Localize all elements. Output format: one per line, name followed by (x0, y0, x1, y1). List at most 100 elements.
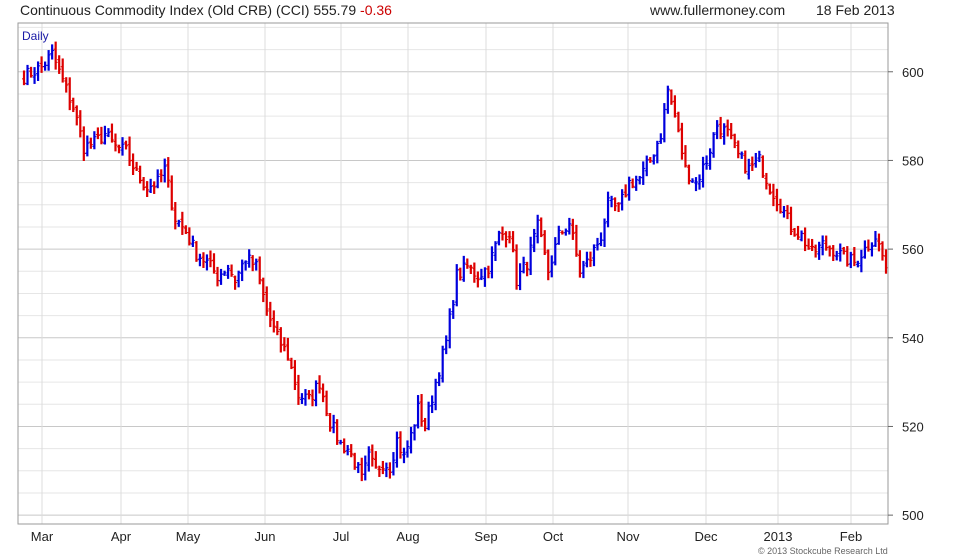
ohlc-bar (25, 64, 30, 86)
ohlc-bar (532, 228, 537, 253)
ohlc-bar (637, 175, 642, 185)
price-bars (22, 41, 888, 482)
copyright-text: © 2013 Stockcube Research Ltd (758, 546, 888, 556)
ohlc-bar (359, 457, 364, 482)
x-tick-label: 2013 (764, 529, 793, 544)
ohlc-bar (553, 237, 558, 266)
ohlc-bar (194, 241, 199, 262)
x-tick-label: Aug (396, 529, 419, 544)
ohlc-bar (394, 431, 399, 468)
ohlc-bar (813, 244, 818, 258)
price-chart: 500 520 540 560 580 600 Mar Apr May Jun Jul Aug Sep… (17, 22, 924, 556)
ohlc-bar (243, 260, 248, 271)
ohlc-bar (496, 230, 501, 246)
x-tick-label: May (176, 529, 201, 544)
ohlc-bar (525, 261, 530, 277)
ohlc-bar (767, 183, 772, 195)
ohlc-bar (792, 227, 797, 237)
ohlc-bar (78, 110, 83, 138)
ohlc-bar (500, 226, 505, 241)
ohlc-bar (697, 174, 702, 190)
ohlc-bar (247, 249, 252, 268)
ohlc-bar (672, 95, 677, 118)
ohlc-bar (356, 462, 361, 474)
ohlc-bar (785, 205, 790, 220)
ohlc-bar (535, 214, 540, 244)
ohlc-bar (211, 253, 216, 274)
ohlc-bar (409, 426, 414, 454)
y-tick-label: 600 (902, 65, 924, 80)
ohlc-bar (401, 447, 406, 464)
ohlc-bar (426, 401, 431, 431)
ohlc-bar (662, 103, 667, 143)
ohlc-bar (64, 77, 69, 93)
grid-lines (18, 23, 888, 524)
ohlc-bar (683, 145, 688, 168)
ohlc-bar (46, 50, 51, 71)
ohlc-bar (324, 390, 329, 417)
ohlc-bar (124, 140, 129, 150)
ohlc-bar (148, 178, 153, 194)
ohlc-bar (233, 275, 238, 290)
period-label: Daily (22, 29, 49, 43)
ohlc-bar (116, 144, 121, 154)
ohlc-bar (651, 154, 656, 165)
ohlc-bar (771, 183, 776, 207)
ohlc-bar (648, 157, 653, 163)
ohlc-bar (546, 249, 551, 281)
ohlc-bar (708, 148, 713, 170)
ohlc-bar (602, 218, 607, 247)
ohlc-bar (644, 155, 649, 177)
ohlc-bar (95, 127, 100, 140)
y-tick-label: 580 (902, 153, 924, 168)
ohlc-bar (486, 265, 491, 279)
ohlc-bar (827, 245, 832, 257)
ohlc-bar (803, 227, 808, 252)
ohlc-bar (433, 378, 438, 411)
ohlc-bar (623, 184, 628, 198)
ohlc-bar (39, 56, 44, 73)
ohlc-bar (609, 195, 614, 208)
ohlc-bar (686, 164, 691, 185)
ohlc-bar (22, 70, 26, 86)
y-tick-label: 500 (902, 508, 924, 523)
x-tick-label: Dec (694, 529, 718, 544)
ohlc-bar (197, 253, 202, 267)
ohlc-bar (789, 206, 794, 236)
ohlc-bar (588, 251, 593, 267)
ohlc-bar (349, 444, 354, 458)
ohlc-bar (331, 414, 336, 434)
ohlc-bar (81, 126, 86, 161)
ohlc-bar (152, 181, 157, 194)
ohlc-bar (419, 394, 424, 427)
ohlc-bar (43, 61, 48, 71)
ohlc-bar (292, 360, 297, 391)
ohlc-bar (665, 85, 670, 114)
ohlc-bar (74, 105, 79, 126)
ohlc-bar (781, 205, 786, 218)
ohlc-bar (581, 260, 586, 279)
ohlc-bar (676, 111, 681, 133)
ohlc-bar (599, 232, 604, 247)
ohlc-bar (338, 439, 343, 445)
ohlc-bar (106, 128, 111, 138)
ohlc-bar (155, 169, 160, 189)
x-axis: Mar Apr May Jun Jul Aug Sep Oct Nov Dec 2013 Feb (31, 529, 862, 544)
ohlc-bar (208, 250, 213, 268)
ohlc-bar (299, 393, 304, 404)
ohlc-bar (493, 241, 498, 261)
ohlc-bar (310, 389, 315, 407)
ohlc-bar (567, 217, 572, 235)
ohlc-bar (873, 230, 878, 247)
ohlc-bar (679, 122, 684, 160)
ohlc-bar (725, 119, 730, 137)
ohlc-bar (373, 451, 378, 469)
ohlc-bar (841, 246, 846, 255)
ohlc-bar (465, 258, 470, 269)
ohlc-bar (817, 241, 822, 260)
ohlc-bar (563, 228, 568, 236)
ohlc-bar (796, 225, 801, 240)
ohlc-bar (99, 126, 104, 145)
ohlc-bar (736, 140, 741, 159)
ohlc-bar (57, 55, 62, 74)
